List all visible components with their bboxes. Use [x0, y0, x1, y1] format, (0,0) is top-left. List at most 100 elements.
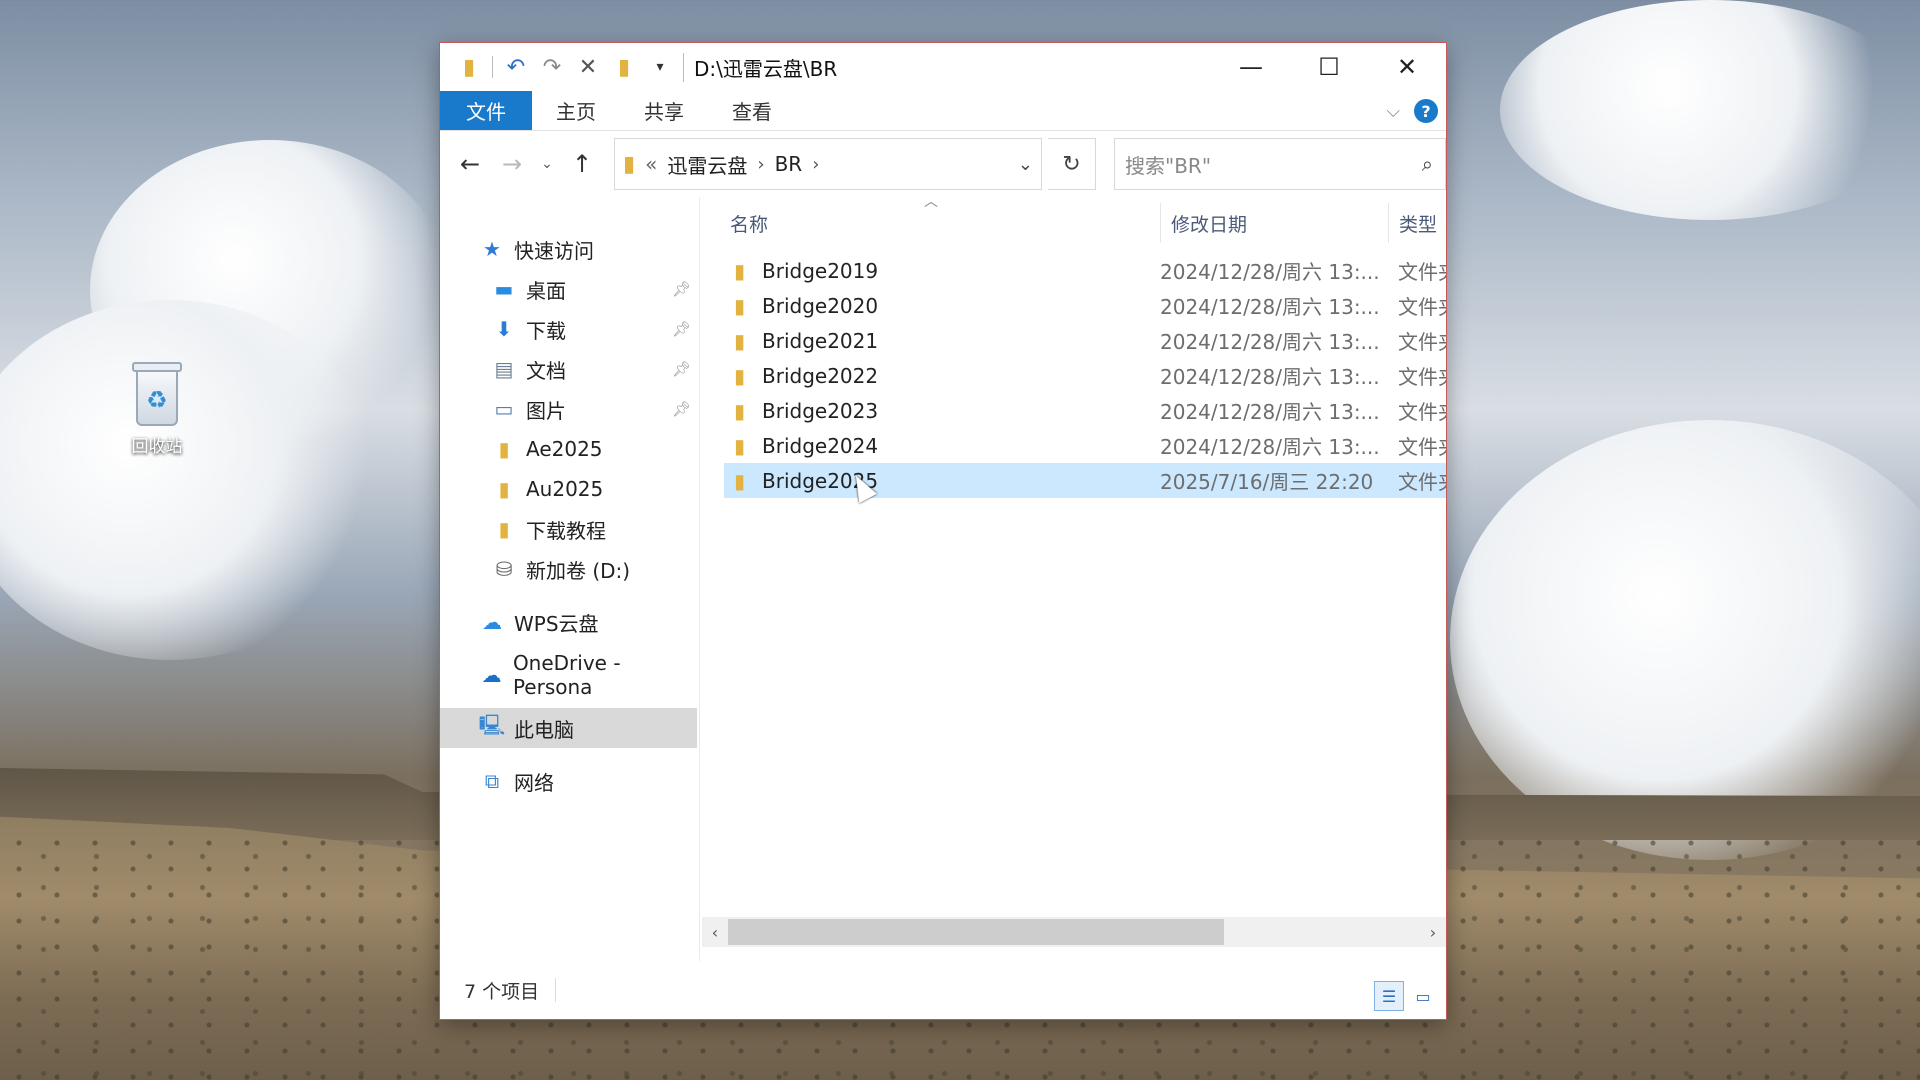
- new-folder-icon[interactable]: ▮: [607, 50, 641, 84]
- delete-icon[interactable]: ✕: [571, 50, 605, 84]
- file-date: 2024/12/28/周六 13:...: [1160, 400, 1380, 424]
- scroll-right-icon[interactable]: ›: [1420, 923, 1446, 942]
- horizontal-scrollbar[interactable]: ‹ ›: [702, 917, 1446, 947]
- view-switcher: ☰ ▭: [1374, 981, 1438, 1011]
- breadcrumb-item-br[interactable]: BR: [775, 152, 803, 176]
- search-input[interactable]: 搜索"BR" ⌕: [1114, 138, 1446, 190]
- sidebar-item-desktop[interactable]: ▬ 桌面 📌︎: [440, 269, 699, 309]
- computer-icon: 🖳︎: [478, 713, 506, 737]
- sidebar-item-downloads[interactable]: ⬇ 下载 📌︎: [440, 309, 699, 349]
- sidebar-item-label: Au2025: [526, 477, 604, 501]
- breadcrumb-item-thunder-cloud[interactable]: 迅雷云盘: [667, 150, 747, 179]
- sidebar-item-label: 桌面: [526, 278, 566, 303]
- up-arrow-icon[interactable]: ↑: [564, 146, 600, 182]
- details-view-icon[interactable]: ☰: [1374, 981, 1404, 1011]
- help-icon[interactable]: ?: [1414, 99, 1438, 123]
- sidebar-item-download-tutorial[interactable]: ▮ 下载教程: [440, 509, 699, 549]
- column-header-name[interactable]: 名称: [730, 210, 768, 237]
- recent-locations-icon[interactable]: ⌄: [536, 146, 558, 182]
- file-row-selected[interactable]: ▮ Bridge2025 2025/7/16/周三 22:20 文件夹: [724, 463, 1446, 498]
- sidebar-item-drive-d[interactable]: ⛁ 新加卷 (D:): [440, 549, 699, 589]
- customize-dropdown-icon[interactable]: ▾: [643, 50, 677, 84]
- scrollbar-thumb[interactable]: [728, 919, 1224, 945]
- refresh-icon: ↻: [1062, 151, 1081, 177]
- recycle-bin-label: 回收站: [131, 437, 183, 457]
- onedrive-icon: ☁: [481, 663, 502, 687]
- folder-icon: ▮: [623, 151, 636, 177]
- file-name: Bridge2019: [762, 258, 879, 283]
- file-name: Bridge2023: [762, 398, 879, 423]
- network-icon: ⧉: [484, 769, 500, 793]
- file-name: Bridge2022: [762, 363, 879, 388]
- forward-arrow-icon[interactable]: →: [494, 146, 530, 182]
- tab-view[interactable]: 查看: [708, 91, 796, 130]
- breadcrumb-overflow[interactable]: «: [645, 152, 657, 176]
- window-title: D:\迅雷云盘\BR: [683, 52, 837, 82]
- pin-icon[interactable]: 📌︎: [672, 400, 691, 418]
- tab-share[interactable]: 共享: [620, 91, 708, 130]
- sidebar-item-pictures[interactable]: ▭ 图片 📌︎: [440, 389, 699, 429]
- scrollbar-track[interactable]: [728, 919, 1420, 945]
- recycle-bin-icon: ♻: [128, 358, 186, 428]
- folder-icon: ▮: [734, 258, 746, 283]
- file-row[interactable]: ▮ Bridge2023 2024/12/28/周六 13:... 文件夹: [724, 393, 1446, 428]
- sidebar-item-label: 新加卷 (D:): [526, 558, 631, 583]
- pin-icon[interactable]: 📌︎: [672, 320, 691, 338]
- address-bar[interactable]: ▮ « 迅雷云盘 › BR › ⌄: [614, 138, 1042, 190]
- sidebar-item-quick-access[interactable]: ★ 快速访问: [440, 229, 699, 269]
- scroll-left-icon[interactable]: ‹: [702, 923, 728, 942]
- folder-icon: ▮: [734, 293, 746, 318]
- navigation-bar: ← → ⌄ ↑ ▮ « 迅雷云盘 › BR › ⌄ ↻ 搜索"BR" ⌕: [440, 131, 1446, 197]
- undo-icon[interactable]: ↶: [499, 50, 533, 84]
- pin-icon[interactable]: 📌︎: [672, 360, 691, 378]
- sidebar-item-network[interactable]: ⧉ 网络: [440, 761, 699, 801]
- sidebar-item-label: 图片: [526, 398, 566, 423]
- pin-icon[interactable]: 📌︎: [672, 280, 691, 298]
- desktop-icon: ▬: [494, 277, 514, 301]
- minimize-button[interactable]: —: [1212, 43, 1290, 91]
- close-button[interactable]: ✕: [1368, 43, 1446, 91]
- file-date: 2024/12/28/周六 13:...: [1160, 330, 1380, 354]
- tab-home[interactable]: 主页: [532, 91, 620, 130]
- chevron-right-icon[interactable]: ›: [757, 154, 764, 175]
- back-arrow-icon[interactable]: ←: [452, 146, 488, 182]
- toolbar-divider: [492, 56, 493, 78]
- cloud-icon: ☁: [482, 610, 502, 634]
- file-date: 2024/12/28/周六 13:...: [1160, 435, 1380, 459]
- file-row[interactable]: ▮ Bridge2019 2024/12/28/周六 13:... 文件夹: [724, 253, 1446, 288]
- chevron-down-icon[interactable]: ⌄: [1018, 154, 1033, 175]
- maximize-button[interactable]: ☐: [1290, 43, 1368, 91]
- drive-icon: ⛁: [495, 557, 513, 581]
- chevron-right-icon[interactable]: ›: [812, 154, 819, 175]
- file-row[interactable]: ▮ Bridge2022 2024/12/28/周六 13:... 文件夹: [724, 358, 1446, 393]
- sidebar-item-documents[interactable]: ▤ 文档 📌︎: [440, 349, 699, 389]
- sidebar-item-onedrive[interactable]: ☁ OneDrive - Persona: [440, 651, 699, 699]
- status-divider: [555, 978, 557, 1002]
- file-row[interactable]: ▮ Bridge2021 2024/12/28/周六 13:... 文件夹: [724, 323, 1446, 358]
- sidebar-item-ae2025[interactable]: ▮ Ae2025: [440, 429, 699, 469]
- sidebar-item-label: 下载: [526, 318, 566, 343]
- sidebar-item-wps-cloud[interactable]: ☁ WPS云盘: [440, 602, 699, 642]
- sidebar-item-this-pc[interactable]: 🖳︎ 此电脑: [440, 708, 697, 748]
- refresh-button[interactable]: ↻: [1048, 138, 1096, 190]
- window-controls: — ☐ ✕: [1212, 43, 1446, 91]
- column-header-type[interactable]: 类型: [1388, 203, 1437, 243]
- file-date: 2024/12/28/周六 13:...: [1160, 365, 1380, 389]
- expand-ribbon-icon[interactable]: ⌵: [1386, 101, 1400, 122]
- cloud: [1450, 420, 1920, 860]
- file-date: 2024/12/28/周六 13:...: [1160, 260, 1380, 284]
- folder-icon: ▮: [734, 363, 746, 388]
- folder-icon[interactable]: ▮: [452, 50, 486, 84]
- folder-icon: ▮: [734, 433, 746, 458]
- sidebar-item-au2025[interactable]: ▮ Au2025: [440, 469, 699, 509]
- tab-file[interactable]: 文件: [440, 91, 532, 130]
- column-header-date[interactable]: 修改日期: [1160, 203, 1247, 243]
- file-type: 文件夹: [1398, 400, 1446, 424]
- file-row[interactable]: ▮ Bridge2020 2024/12/28/周六 13:... 文件夹: [724, 288, 1446, 323]
- search-icon: ⌕: [1421, 152, 1433, 176]
- redo-icon[interactable]: ↷: [535, 50, 569, 84]
- recycle-bin-desktop-icon[interactable]: ♻ 回收站: [118, 358, 196, 457]
- large-icons-view-icon[interactable]: ▭: [1408, 981, 1438, 1011]
- file-list-pane: ︿ 名称 修改日期 类型 ▮ Bridge2019 2024/12/28/周六 …: [700, 194, 1446, 961]
- file-row[interactable]: ▮ Bridge2024 2024/12/28/周六 13:... 文件夹: [724, 428, 1446, 463]
